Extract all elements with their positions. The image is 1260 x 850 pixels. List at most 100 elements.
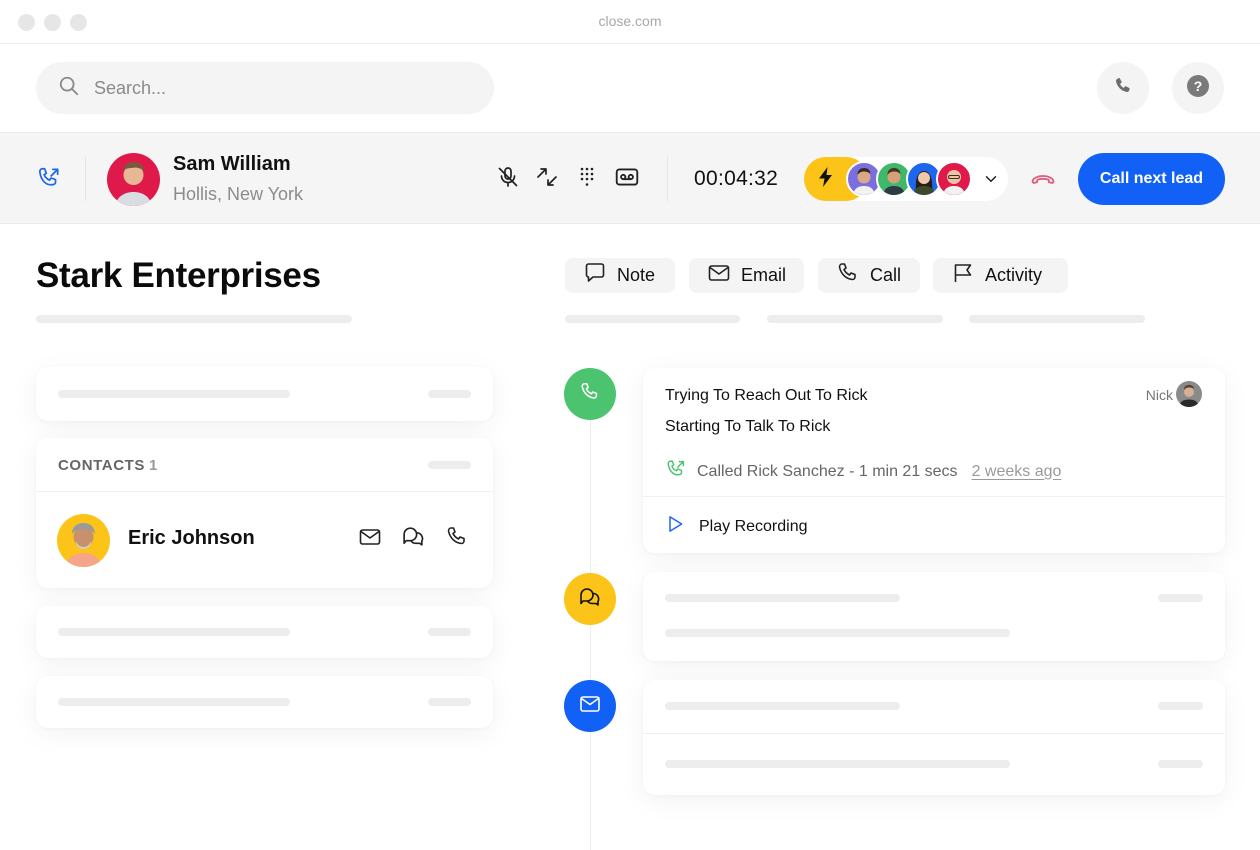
placeholder-line (58, 628, 290, 636)
active-call-bar: Sam William Hollis, New York 00:04:32 Ca… (0, 132, 1260, 224)
tab-label: Activity (985, 265, 1043, 285)
keypad-button[interactable] (574, 166, 600, 192)
placeholder-line (767, 315, 943, 323)
placeholder-line (428, 461, 471, 469)
email-icon (358, 525, 382, 554)
phone-button[interactable] (1097, 62, 1149, 114)
tab-email[interactable]: Email (689, 258, 804, 293)
tab-label: Call (870, 265, 902, 285)
timeline-node-sms (564, 573, 616, 625)
placeholder-line (428, 628, 471, 636)
placeholder-line (665, 760, 1010, 768)
timeline-node-call (564, 368, 616, 420)
placeholder-line (565, 315, 740, 323)
search-icon (58, 75, 80, 102)
play-icon (665, 514, 685, 539)
flag-icon (951, 261, 975, 290)
lead-company-name: Stark Enterprises (36, 256, 321, 295)
timeline-line (590, 400, 591, 850)
help-button[interactable]: ? (1172, 62, 1224, 114)
contacts-card: CONTACTS 1 Eric Johnson (36, 438, 493, 588)
transfer-button[interactable] (534, 166, 560, 192)
contact-name[interactable]: Eric Johnson (128, 527, 255, 550)
email-icon (707, 261, 731, 290)
call-timer: 00:04:32 (694, 167, 779, 190)
sms-activity-card (643, 572, 1225, 661)
call-summary-text: Called Rick Sanchez - 1 min 21 secs (697, 462, 958, 480)
note-icon (583, 261, 607, 290)
window-titlebar: close.com (0, 0, 1260, 44)
timeline-node-email (564, 680, 616, 732)
divider (85, 157, 86, 201)
sms-icon (578, 585, 602, 614)
placeholder-line (36, 315, 352, 323)
voicemail-icon (614, 164, 640, 195)
help-icon: ? (1186, 74, 1210, 103)
transfer-icon (535, 165, 559, 194)
caller-location: Hollis, New York (173, 184, 304, 204)
email-icon (578, 692, 602, 721)
lead-section-card (36, 606, 493, 658)
caller-avatar (107, 153, 160, 206)
activity-subtitle: Starting To Talk To Rick (665, 418, 831, 435)
placeholder-line (665, 629, 1010, 637)
lead-info-card (36, 367, 493, 421)
contacts-header: CONTACTS 1 (58, 457, 158, 474)
tab-call[interactable]: Call (818, 258, 920, 293)
placeholder-line (1158, 760, 1203, 768)
placeholder-line (58, 390, 290, 398)
placeholder-line (1158, 594, 1203, 602)
placeholder-line (1158, 702, 1203, 710)
sms-icon (401, 524, 426, 554)
call-activity-card: Trying To Reach Out To Rick Starting To … (643, 368, 1225, 553)
contact-call-button[interactable] (444, 526, 470, 552)
placeholder-line (665, 594, 900, 602)
team-dropdown[interactable] (804, 157, 1008, 201)
phone-icon (836, 261, 860, 290)
contact-sms-button[interactable] (400, 526, 426, 552)
bolt-icon (818, 166, 834, 192)
call-next-lead-button[interactable]: Call next lead (1078, 153, 1225, 205)
keypad-icon (575, 165, 599, 194)
call-time-link[interactable]: 2 weeks ago (972, 463, 1062, 481)
placeholder-line (969, 315, 1145, 323)
svg-text:?: ? (1194, 78, 1203, 94)
activity-user-name: Nick (1145, 387, 1173, 403)
play-recording-button[interactable]: Play Recording (665, 514, 808, 539)
chevron-down-icon[interactable] (982, 170, 1000, 193)
placeholder-line (58, 698, 290, 706)
divider (36, 491, 493, 492)
caller-name: Sam William (173, 153, 291, 175)
placeholder-line (665, 702, 900, 710)
tab-note[interactable]: Note (565, 258, 675, 293)
play-recording-label: Play Recording (699, 517, 808, 535)
placeholder-line (428, 390, 471, 398)
tab-label: Email (741, 265, 787, 285)
email-activity-card (643, 680, 1225, 795)
call-summary: Called Rick Sanchez - 1 min 21 secs 2 we… (665, 458, 1061, 485)
phone-icon (445, 525, 469, 554)
phone-icon (1113, 76, 1133, 101)
window-url: close.com (598, 13, 662, 29)
activity-user-avatar (1176, 381, 1202, 407)
mute-button[interactable] (495, 166, 521, 192)
placeholder-line (428, 698, 471, 706)
tab-activity[interactable]: Activity (933, 258, 1068, 293)
activity-title: Trying To Reach Out To Rick (665, 387, 868, 404)
search-input[interactable] (94, 77, 454, 99)
divider (643, 496, 1225, 497)
mute-icon (496, 165, 520, 194)
outgoing-call-icon (36, 165, 62, 196)
tab-label: Note (617, 265, 656, 285)
voicemail-button[interactable] (614, 166, 640, 192)
team-avatar[interactable] (936, 161, 972, 197)
phone-icon (579, 381, 601, 408)
divider (667, 157, 668, 201)
contacts-title: CONTACTS (58, 457, 146, 474)
hangup-icon[interactable] (1030, 167, 1056, 196)
search-bar[interactable] (36, 62, 494, 114)
contact-avatar (57, 514, 110, 567)
divider (643, 733, 1225, 734)
lead-section-card (36, 676, 493, 728)
contact-email-button[interactable] (357, 526, 383, 552)
